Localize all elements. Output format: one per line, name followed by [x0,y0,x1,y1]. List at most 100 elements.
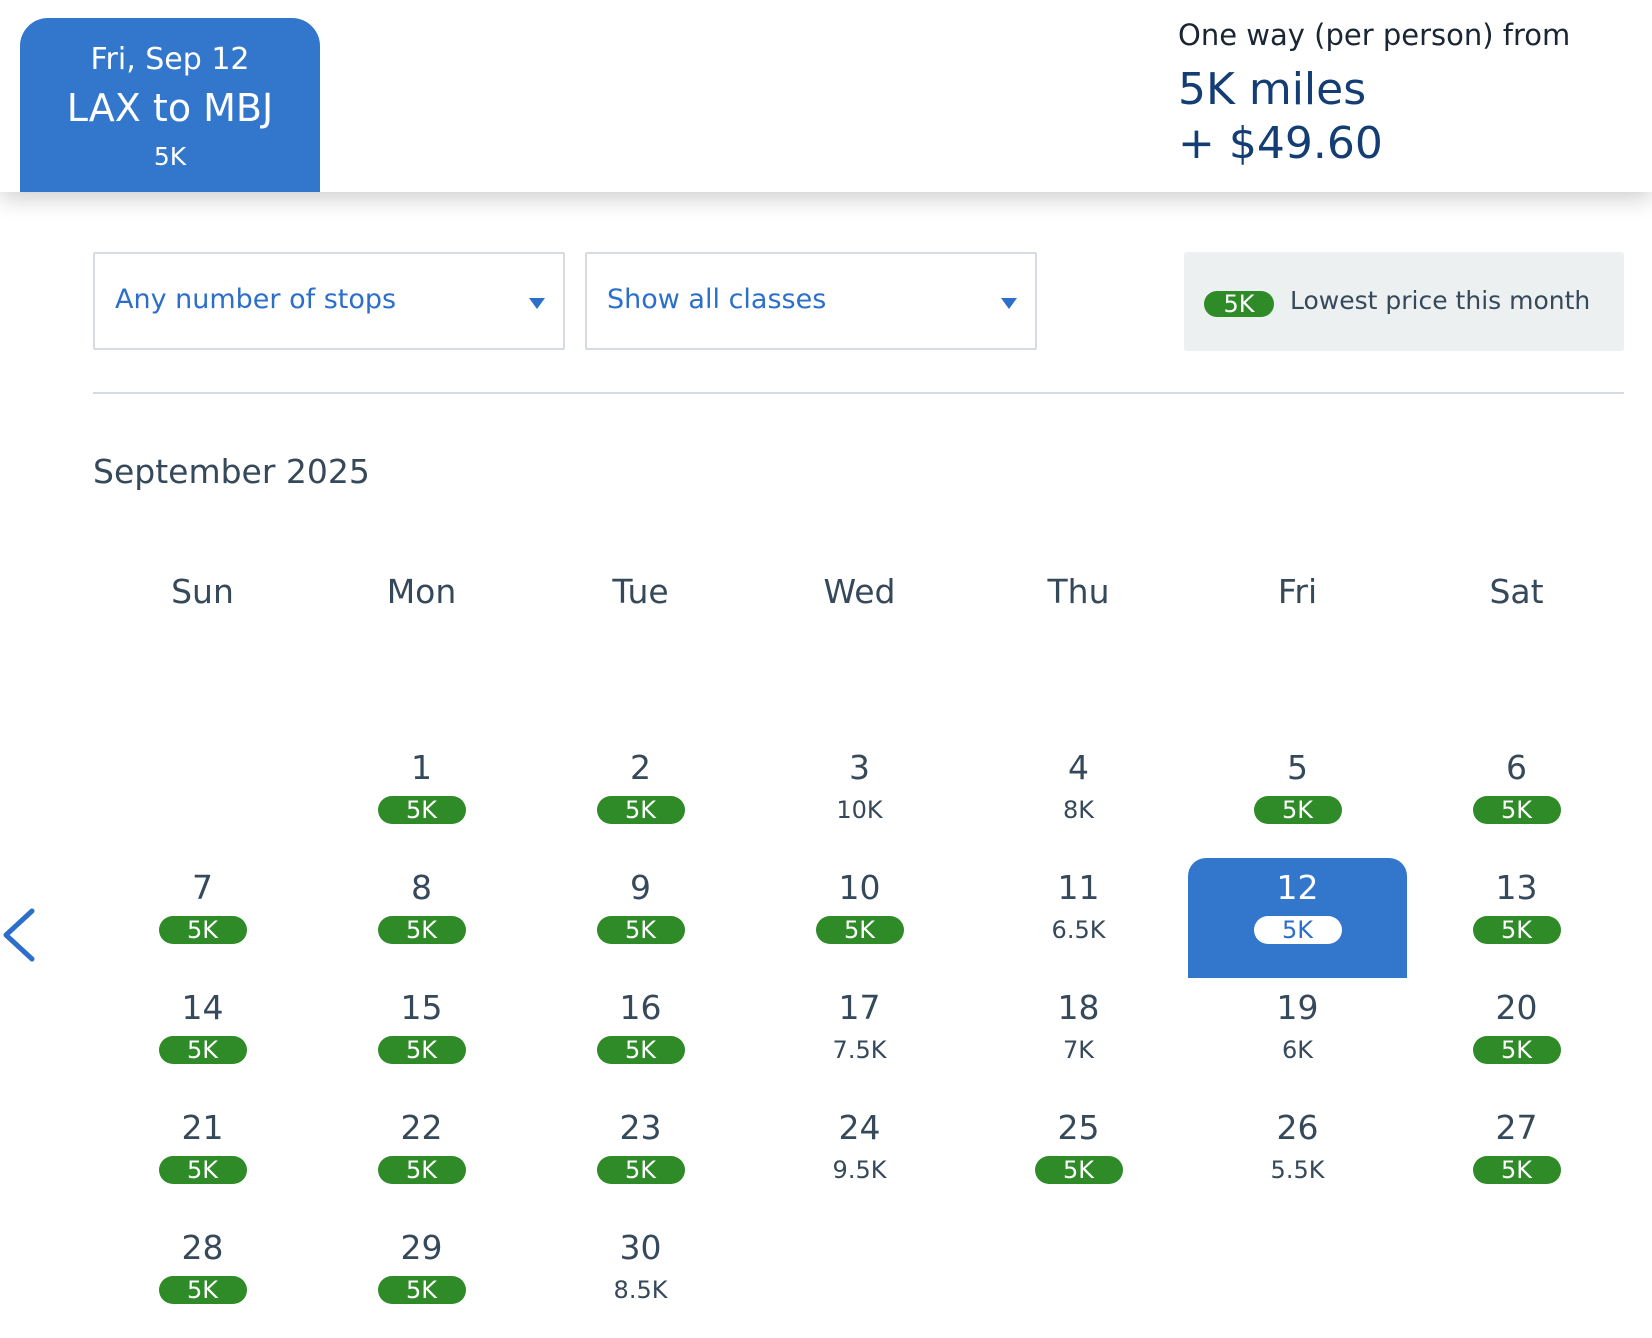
day-cell[interactable]: 4 8K [969,738,1188,858]
calendar-grid: Sun Mon Tue Wed Thu Fri Sat 1 5K 2 5K 3 10K 4 8K 5 5K 6 5K… [93,560,1626,1304]
day-price-lowest-badge: 5K [377,1156,466,1184]
weekday-header: Mon [386,572,457,611]
day-number: 15 [400,988,443,1027]
weekday-header: Thu [1047,572,1110,611]
day-cell[interactable]: 1 5K [312,738,531,858]
day-cell[interactable]: 28 5K [93,1218,312,1338]
day-cell[interactable]: 27 5K [1407,1098,1626,1218]
day-cell[interactable]: 6 5K [1407,738,1626,858]
day-number: 12 [1276,868,1319,907]
day-price-lowest-badge: 5K [596,916,685,944]
chevron-left-icon [3,908,35,962]
weekday-header: Sun [171,572,234,611]
day-number: 24 [838,1108,881,1147]
day-cell[interactable]: 9 5K [531,858,750,978]
day-number: 29 [400,1228,443,1267]
stops-dropdown[interactable]: Any number of stops [93,252,565,350]
day-cell[interactable]: 19 6K [1188,978,1407,1098]
selected-route: LAX to MBJ [66,86,274,130]
day-price-lowest-badge: 5K [1034,1156,1123,1184]
day-cell[interactable]: 26 5.5K [1188,1098,1407,1218]
day-cell[interactable]: 17 7.5K [750,978,969,1098]
fare-summary: One way (per person) from 5K miles + $49… [1178,18,1570,172]
day-cell[interactable]: 16 5K [531,978,750,1098]
day-number: 28 [181,1228,224,1267]
day-cell[interactable]: 2 5K [531,738,750,858]
day-price-lowest-badge: 5K [377,916,466,944]
day-cell[interactable]: 11 6.5K [969,858,1188,978]
day-cell[interactable]: 20 5K [1407,978,1626,1098]
month-title: September 2025 [93,452,370,491]
day-price-lowest-badge: 5K [377,1036,466,1064]
day-cell[interactable]: 14 5K [93,978,312,1098]
day-price-lowest-badge: 5K [158,1276,247,1304]
day-price: 8.5K [613,1276,668,1304]
legend-text: Lowest price this month [1290,286,1591,315]
caret-down-icon [529,298,545,309]
day-number: 10 [838,868,881,907]
day-cell[interactable]: 22 5K [312,1098,531,1218]
class-dropdown-value: Show all classes [607,284,827,315]
prev-month-button[interactable] [0,905,40,965]
day-price: 6.5K [1051,916,1106,944]
day-cell[interactable]: 18 7K [969,978,1188,1098]
day-cell[interactable]: 10 5K [750,858,969,978]
day-price-lowest-badge: 5K [158,1156,247,1184]
day-price-lowest-badge: 5K [1472,796,1561,824]
fare-miles: 5K miles [1178,64,1367,115]
day-cell[interactable]: 23 5K [531,1098,750,1218]
day-price-lowest-badge: 5K [377,1276,466,1304]
day-price-lowest-badge: 5K [158,1036,247,1064]
day-price: 7.5K [832,1036,887,1064]
day-price-lowest-badge: 5K [1472,1036,1561,1064]
day-price-lowest-badge: 5K [815,916,904,944]
day-cell[interactable]: 12 5K [1188,858,1407,978]
weekday-header: Tue [612,572,669,611]
day-price-lowest-badge: 5K [1253,916,1342,944]
day-number: 23 [619,1108,662,1147]
day-cell[interactable]: 25 5K [969,1098,1188,1218]
day-price-lowest-badge: 5K [377,796,466,824]
day-number: 30 [619,1228,662,1267]
day-number: 9 [630,868,651,907]
day-cell[interactable]: 7 5K [93,858,312,978]
day-cell[interactable]: 29 5K [312,1218,531,1338]
fare-cash: + $49.60 [1178,118,1383,169]
day-number: 4 [1068,748,1089,787]
divider [93,392,1624,394]
day-number: 20 [1495,988,1538,1027]
weekday-header: Wed [823,572,896,611]
day-price: 6K [1281,1036,1314,1064]
selected-flight-tab[interactable]: Fri, Sep 12 LAX to MBJ 5K [20,18,320,192]
day-price-lowest-badge: 5K [596,796,685,824]
day-price-lowest-badge: 5K [1472,916,1561,944]
day-number: 2 [630,748,651,787]
day-price: 9.5K [832,1156,887,1184]
stops-dropdown-value: Any number of stops [115,284,397,315]
price-legend: 5K Lowest price this month [1184,252,1624,351]
day-cell[interactable]: 13 5K [1407,858,1626,978]
day-number: 3 [849,748,870,787]
day-number: 11 [1057,868,1100,907]
weekday-header: Sat [1489,572,1544,611]
day-cell[interactable]: 21 5K [93,1098,312,1218]
day-price-lowest-badge: 5K [596,1156,685,1184]
day-price: 5.5K [1270,1156,1325,1184]
day-cell[interactable]: 15 5K [312,978,531,1098]
day-cell[interactable]: 8 5K [312,858,531,978]
day-cell[interactable]: 30 8.5K [531,1218,750,1338]
day-price: 10K [836,796,883,824]
day-number: 19 [1276,988,1319,1027]
day-number: 7 [192,868,213,907]
day-cell[interactable]: 24 9.5K [750,1098,969,1218]
class-dropdown[interactable]: Show all classes [585,252,1037,350]
day-price-lowest-badge: 5K [596,1036,685,1064]
day-number: 26 [1276,1108,1319,1147]
day-price-lowest-badge: 5K [1472,1156,1561,1184]
day-number: 5 [1287,748,1308,787]
day-cell[interactable]: 3 10K [750,738,969,858]
day-number: 1 [411,748,432,787]
day-price: 7K [1062,1036,1095,1064]
day-number: 8 [411,868,432,907]
day-cell[interactable]: 5 5K [1188,738,1407,858]
